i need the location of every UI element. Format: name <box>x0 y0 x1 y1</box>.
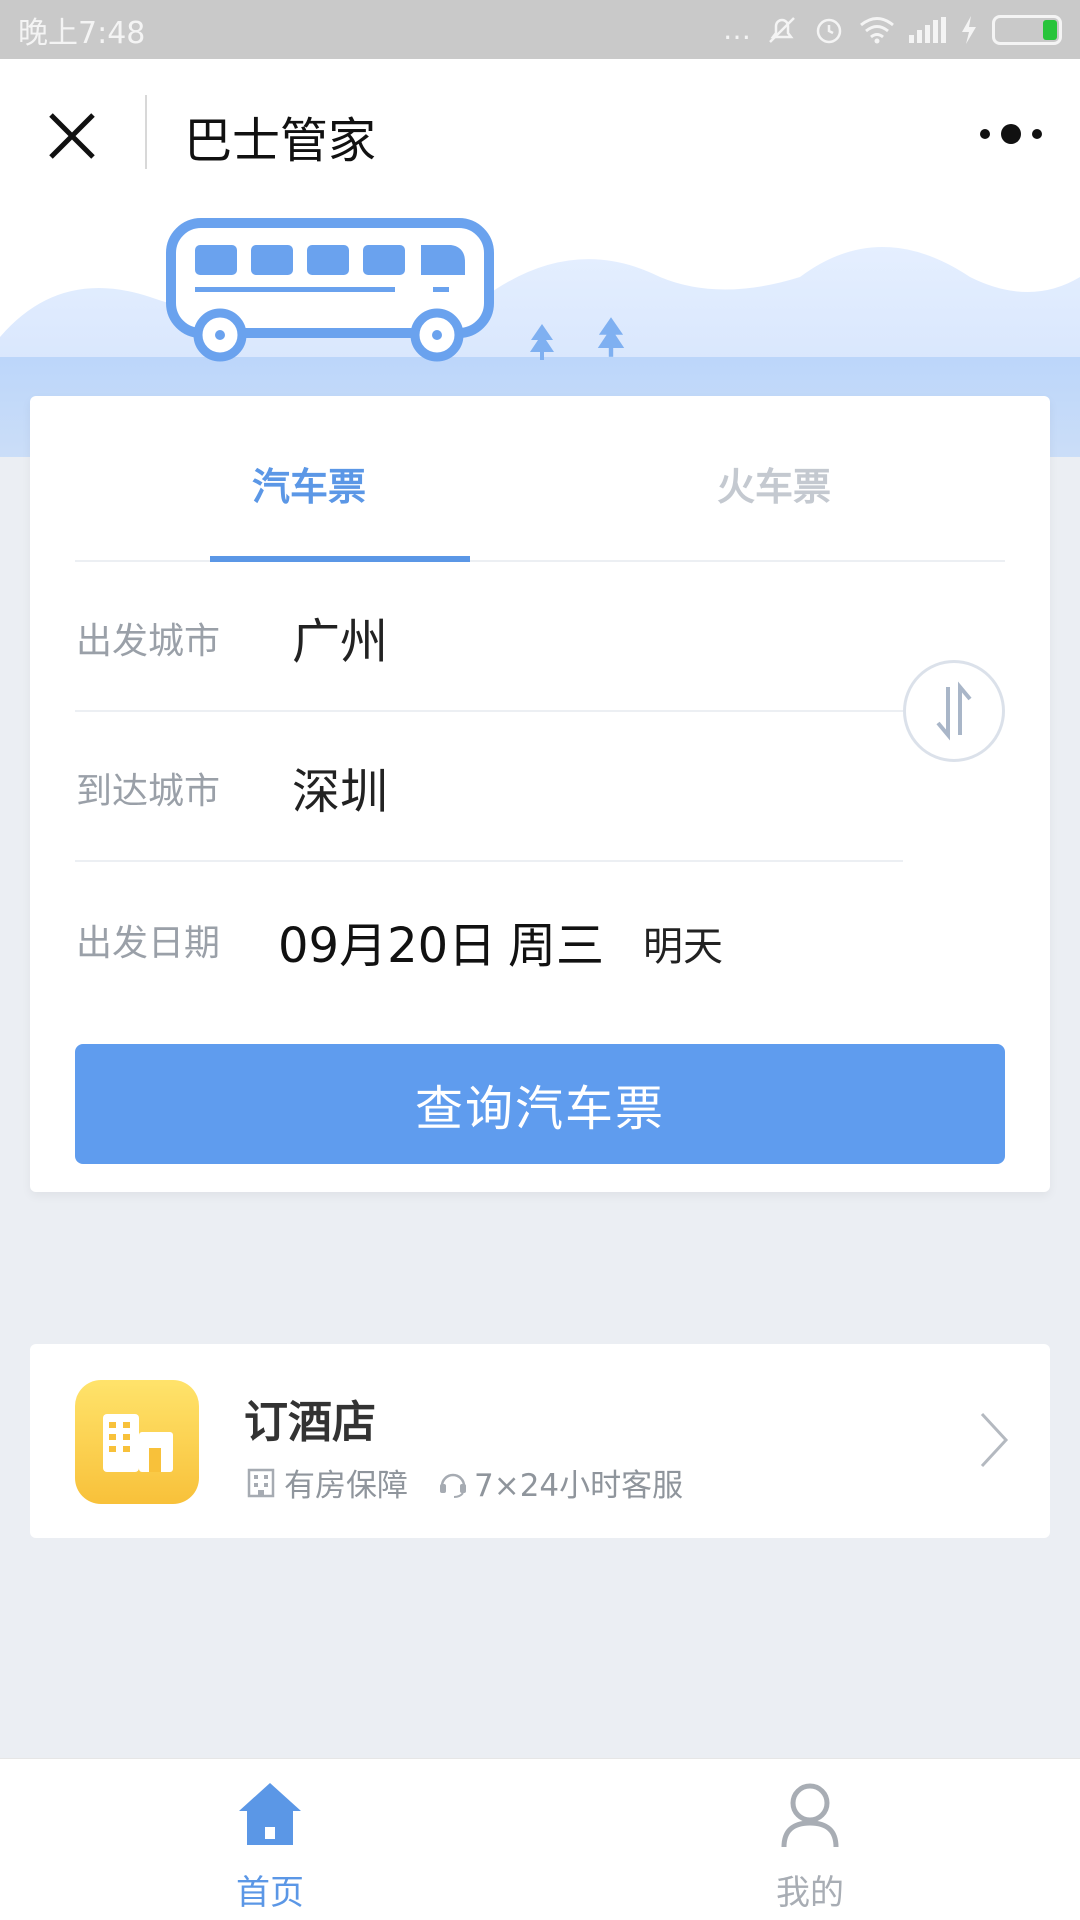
arrival-city-label: 到达城市 <box>76 771 221 812</box>
ticket-tabs: 汽车票 火车票 <box>75 396 1005 562</box>
departure-date-field[interactable]: 09月20日 <box>278 906 496 976</box>
nav-bar: 巴士管家 <box>0 59 1080 207</box>
departure-date-label: 出发日期 <box>76 923 221 964</box>
arrival-city-field[interactable]: 深圳 <box>292 752 388 822</box>
wifi-icon <box>860 16 894 43</box>
more-dots-icon: … <box>723 13 751 46</box>
swap-cities-button[interactable] <box>903 660 1005 762</box>
departure-city-label: 出发城市 <box>76 621 221 662</box>
charging-icon <box>962 15 976 44</box>
hotel-icon <box>75 1380 199 1504</box>
more-options-button[interactable] <box>980 119 1042 149</box>
status-bar: 晚上7:48 … <box>0 0 1080 59</box>
alarm-icon <box>816 18 842 43</box>
tab-home-label: 首页 <box>236 1873 304 1913</box>
hotel-tags: 有房保障 7×24小时客服 <box>244 1460 711 1505</box>
chevron-right-icon <box>980 1412 1009 1468</box>
close-icon[interactable] <box>45 109 99 163</box>
home-icon <box>239 1783 301 1845</box>
bus-icon <box>166 218 494 362</box>
service-tag: 7×24小时客服 <box>436 1460 683 1505</box>
tab-mine-label: 我的 <box>776 1873 844 1913</box>
divider <box>75 860 903 862</box>
ticket-search-card: 汽车票 火车票 出发城市 广州 到达城市 深圳 出发日期 09月20日 周三 明… <box>30 396 1050 1192</box>
relative-day-text: 明天 <box>643 924 723 970</box>
page-title: 巴士管家 <box>184 113 377 169</box>
bottom-tab-bar: 首页 我的 <box>0 1758 1080 1920</box>
search-bus-ticket-button[interactable]: 查询汽车票 <box>75 1044 1005 1164</box>
tab-train-ticket[interactable]: 火车票 <box>644 456 904 511</box>
tab-home[interactable]: 首页 <box>170 1759 370 1920</box>
tab-mine[interactable]: 我的 <box>710 1759 910 1920</box>
tab-active-indicator <box>210 556 470 562</box>
mute-icon <box>769 16 795 43</box>
service-text: 7×24小时客服 <box>474 1468 684 1504</box>
status-icons: … <box>723 13 1062 47</box>
status-time: 晚上7:48 <box>18 15 146 51</box>
battery-icon <box>992 14 1062 45</box>
user-icon <box>781 1783 839 1848</box>
hotel-title: 订酒店 <box>244 1397 376 1448</box>
weekday-text: 周三 <box>508 918 605 974</box>
signal-icon <box>909 16 946 43</box>
room-guarantee-tag: 有房保障 <box>244 1460 408 1505</box>
nav-divider <box>145 95 147 169</box>
divider <box>75 710 903 712</box>
departure-city-field[interactable]: 广州 <box>292 602 388 672</box>
headset-icon <box>440 1473 466 1498</box>
tree-icon <box>530 324 554 360</box>
tab-bus-ticket[interactable]: 汽车票 <box>179 456 439 511</box>
swap-icon <box>936 681 972 741</box>
room-guarantee-text: 有房保障 <box>284 1468 408 1504</box>
building-icon <box>247 1468 275 1497</box>
tree-icon <box>597 317 625 357</box>
hotel-booking-card[interactable]: 订酒店 有房保障 7×24小时客服 <box>30 1344 1050 1538</box>
